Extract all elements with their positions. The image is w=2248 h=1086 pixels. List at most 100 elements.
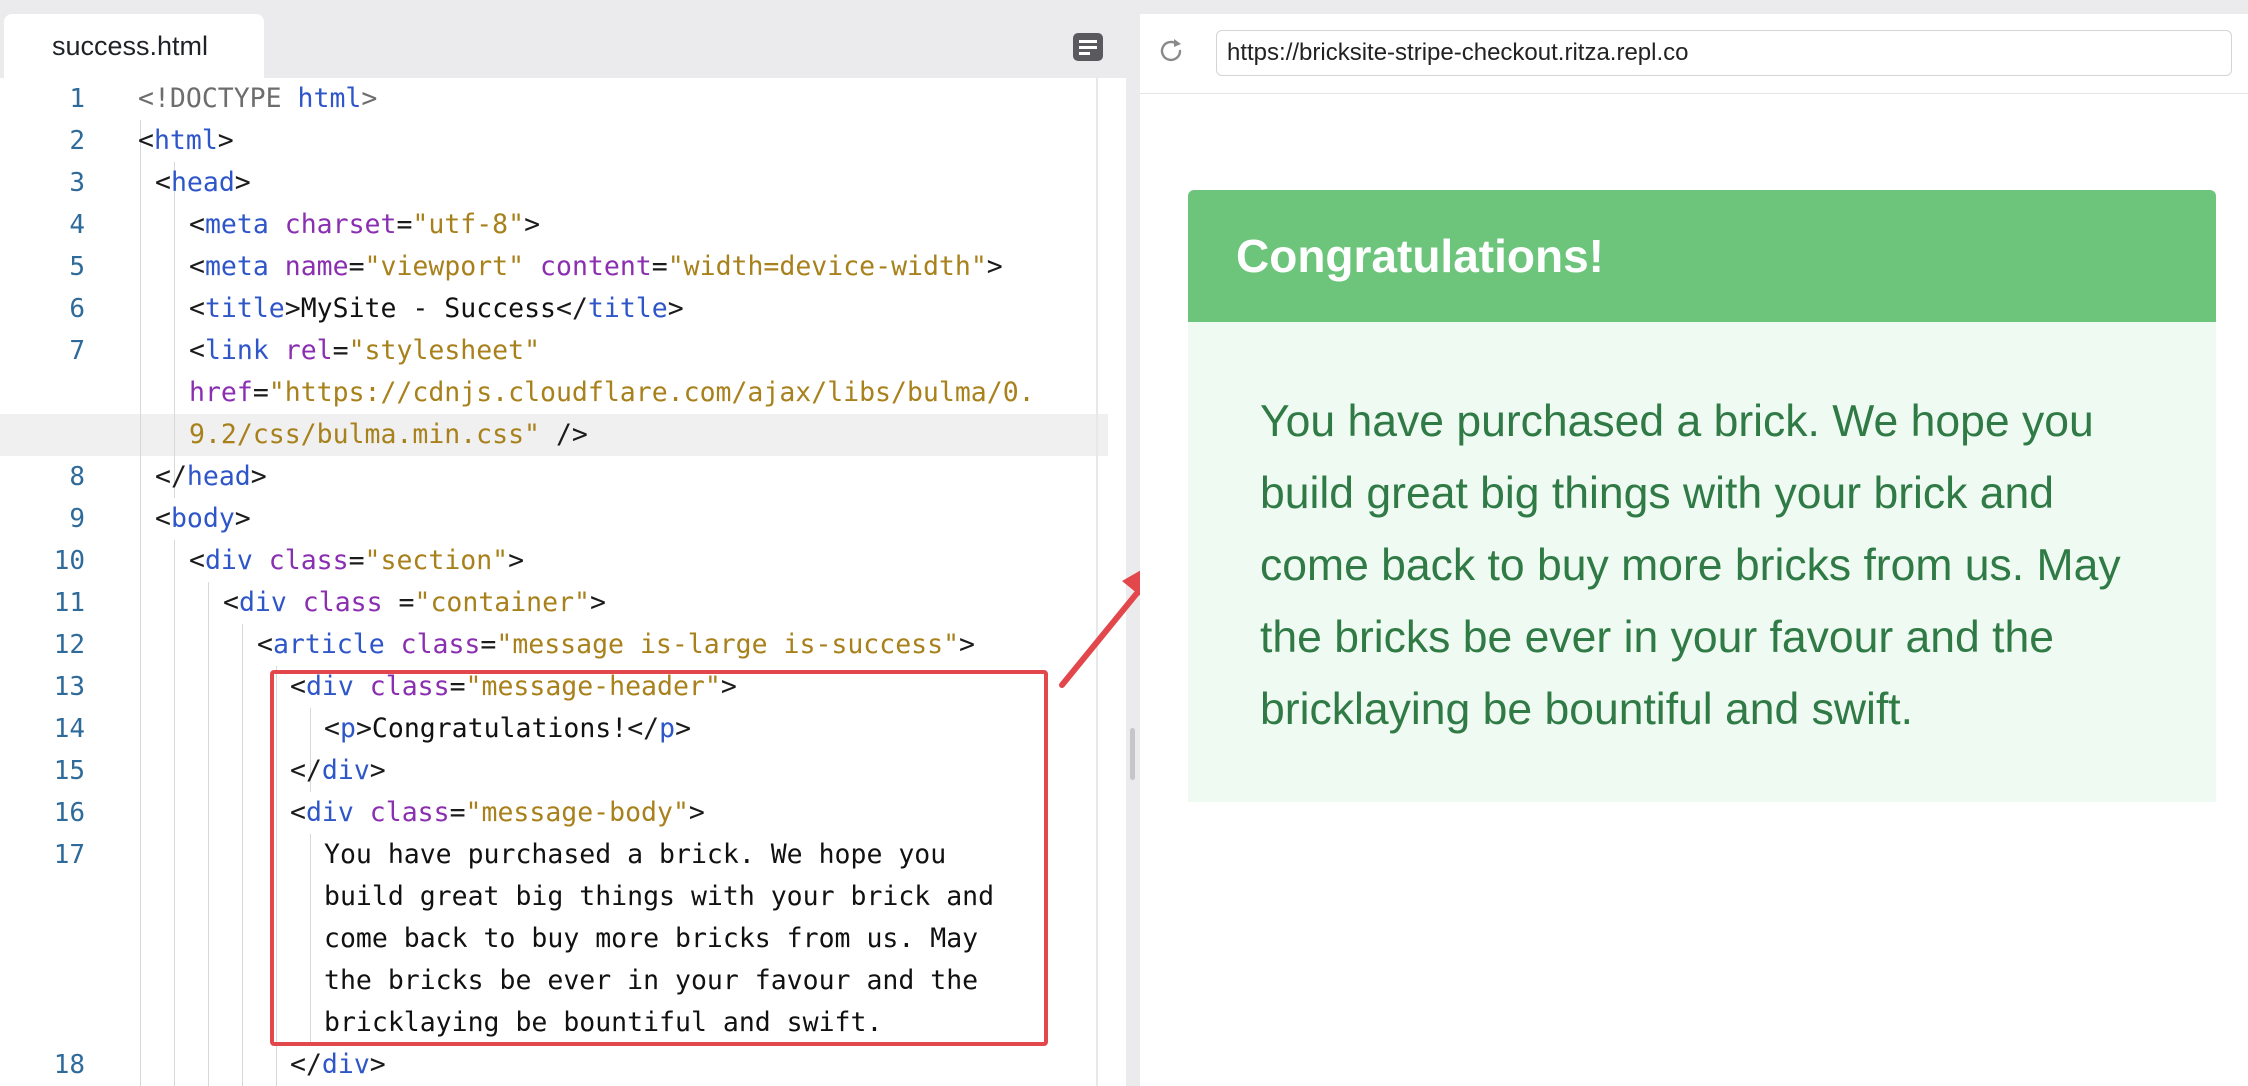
browser-toolbar — [1140, 14, 2248, 94]
code-token: "https://cdnjs.cloudflare.com/ajax/libs/… — [268, 377, 1035, 408]
code-token: 9.2/css/bulma.min.css" — [189, 419, 556, 450]
code-token: = — [348, 545, 365, 576]
code-token: = — [348, 251, 365, 282]
code-token: div — [238, 587, 303, 618]
code-token: </ — [290, 1049, 322, 1080]
code-token: link — [204, 335, 285, 366]
code-token: > — [234, 503, 251, 534]
code-line: </div> — [290, 1044, 386, 1086]
code-token: head — [186, 461, 251, 492]
tab-success-html[interactable]: success.html — [4, 14, 264, 78]
pane-resize-handle[interactable] — [1130, 728, 1135, 780]
code-token: < — [189, 545, 205, 576]
line-number: 16 — [53, 798, 85, 828]
code-token: title — [204, 293, 285, 324]
code-token: < — [155, 167, 171, 198]
line-number: 17 — [53, 840, 85, 870]
line-number: 15 — [53, 756, 85, 786]
code-line: <article class="message is-large is-succ… — [257, 624, 975, 666]
code-line: <div class="section"> — [189, 540, 524, 582]
code-token: div — [204, 545, 269, 576]
code-token: href — [189, 377, 253, 408]
code-token: content — [540, 251, 652, 282]
line-number: 11 — [53, 588, 85, 618]
indent-guide — [174, 162, 175, 498]
code-line: <!DOCTYPE html> — [138, 78, 377, 120]
code-token: = — [396, 209, 413, 240]
indent-guide — [174, 540, 175, 1086]
code-token: > — [590, 587, 606, 618]
code-token: charset — [284, 209, 397, 240]
success-message: Congratulations! You have purchased a br… — [1188, 190, 2216, 802]
code-token: "section" — [364, 545, 509, 576]
code-token: > — [959, 629, 976, 660]
code-token: </ — [155, 461, 187, 492]
code-line: <html> — [138, 120, 234, 162]
code-token: = — [651, 251, 668, 282]
line-number: 12 — [53, 630, 85, 660]
code-token: > — [250, 461, 267, 492]
code-token: name — [284, 251, 349, 282]
line-number: 3 — [69, 168, 85, 198]
message-body: You have purchased a brick. We hope you … — [1188, 322, 2216, 802]
indent-guide — [208, 582, 209, 1086]
line-number: 14 — [53, 714, 85, 744]
indent-guide — [140, 120, 141, 1086]
code-token: < — [189, 209, 205, 240]
code-token: = — [398, 587, 415, 618]
code-token: class — [302, 587, 399, 618]
code-line: <body> — [155, 498, 251, 540]
code-token: < — [189, 335, 205, 366]
code-token: rel — [284, 335, 333, 366]
code-token: > — [524, 209, 541, 240]
code-token: title — [587, 293, 668, 324]
line-number: 5 — [69, 252, 85, 282]
line-number: 10 — [53, 546, 85, 576]
code-token: html — [153, 125, 218, 156]
code-token: article — [272, 629, 401, 660]
code-token: "utf-8" — [412, 209, 525, 240]
code-line: <div class ="container"> — [223, 582, 606, 624]
code-line: <meta name="viewport" content="width=dev… — [189, 246, 1003, 288]
message-body-text: You have purchased a brick. We hope you … — [1260, 397, 2121, 734]
preview-browser-pane: Congratulations! You have purchased a br… — [1140, 14, 2248, 1086]
code-token: > — [361, 83, 378, 114]
message-header-text: Congratulations! — [1236, 230, 1604, 282]
line-number: 7 — [69, 336, 85, 366]
code-token: > — [284, 293, 301, 324]
code-token: meta — [204, 251, 285, 282]
format-icon[interactable] — [1072, 32, 1104, 62]
line-number: 6 — [69, 294, 85, 324]
reload-icon[interactable] — [1156, 36, 1186, 66]
code-line: <head> — [155, 162, 251, 204]
code-token: = — [480, 629, 497, 660]
code-token: > — [234, 167, 251, 198]
code-token: "stylesheet" — [348, 335, 541, 366]
code-token: </ — [556, 293, 588, 324]
code-token: > — [986, 251, 1003, 282]
code-token: > — [667, 293, 684, 324]
code-token: < — [223, 587, 239, 618]
code-token: > — [508, 545, 525, 576]
code-line: <link rel="stylesheet" — [189, 330, 540, 372]
url-input[interactable] — [1216, 30, 2232, 76]
line-number: 8 — [69, 462, 85, 492]
code-token: < — [155, 503, 171, 534]
line-number: 9 — [69, 504, 85, 534]
code-token: "container" — [414, 587, 591, 618]
indent-guide — [242, 624, 243, 1086]
code-line: 9.2/css/bulma.min.css" /> — [189, 414, 588, 456]
code-token: > — [217, 125, 234, 156]
code-line: <meta charset="utf-8"> — [189, 204, 540, 246]
line-number: 1 — [69, 84, 85, 114]
code-token: html — [297, 83, 362, 114]
code-token: < — [257, 629, 273, 660]
code-token: = — [332, 335, 349, 366]
message-header: Congratulations! — [1188, 190, 2216, 322]
code-token: head — [170, 167, 235, 198]
code-token: "viewport" — [364, 251, 541, 282]
code-line: </head> — [155, 456, 267, 498]
code-token: meta — [204, 209, 285, 240]
code-token: class — [400, 629, 481, 660]
editor-tab-bar: success.html — [0, 0, 1126, 78]
